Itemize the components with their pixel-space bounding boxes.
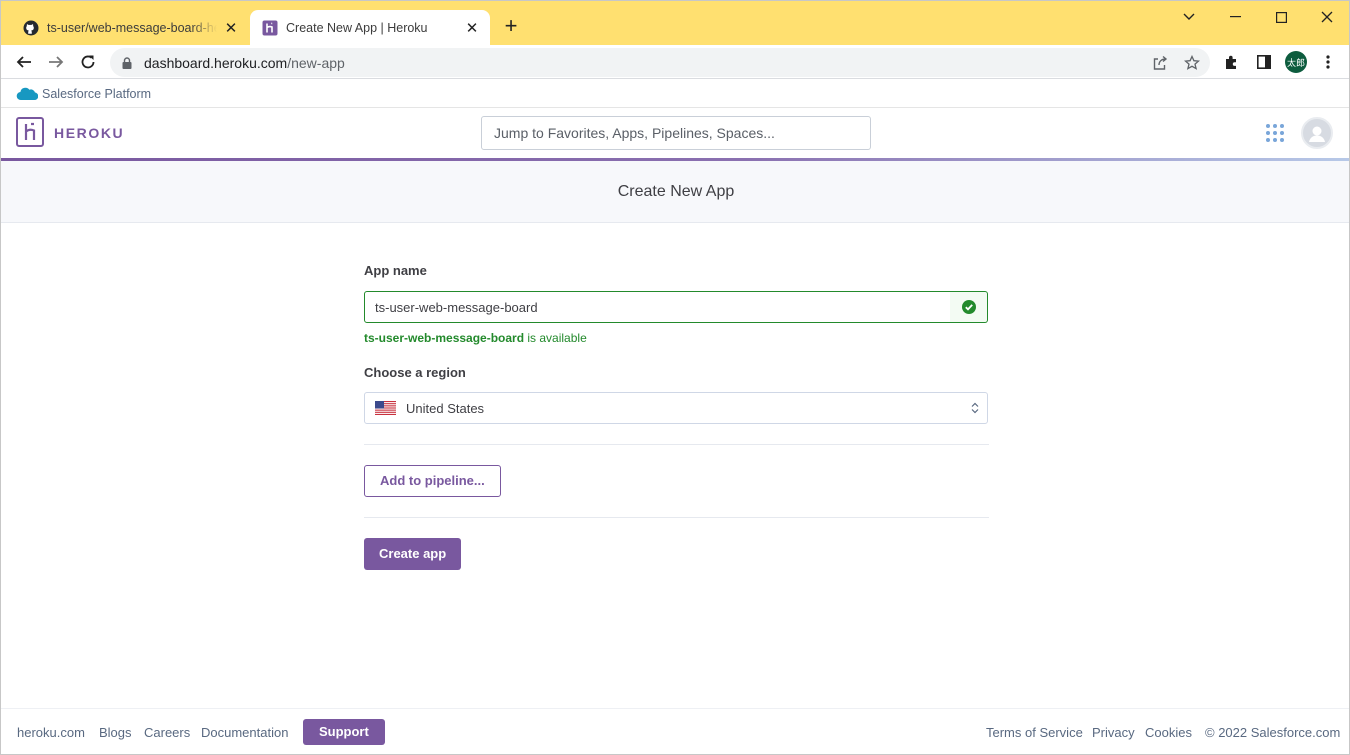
check-circle-icon [961, 300, 976, 314]
salesforce-platform-label[interactable]: Salesforce Platform [42, 87, 151, 101]
form-divider [364, 444, 989, 445]
tab-github[interactable]: ts-user/web-message-board-heroku ✕ [9, 10, 249, 45]
browser-window: ts-user/web-message-board-heroku ✕ Creat… [0, 0, 1350, 755]
app-name-label: App name [364, 263, 427, 278]
forward-icon[interactable] [43, 49, 69, 75]
tab-strip: ts-user/web-message-board-heroku ✕ Creat… [1, 1, 1349, 45]
share-icon[interactable] [1151, 54, 1169, 72]
side-panel-icon[interactable] [1255, 53, 1273, 71]
tab-search-chevron-icon[interactable] [1166, 3, 1212, 31]
footer-link-privacy[interactable]: Privacy [1092, 725, 1135, 740]
page-title: Create New App [617, 182, 735, 200]
url-text: dashboard.heroku.com/new-app [144, 55, 345, 71]
form-divider [364, 517, 989, 518]
region-select[interactable]: United States [364, 392, 988, 424]
bookmark-star-icon[interactable] [1183, 54, 1201, 72]
footer-link-cookies[interactable]: Cookies [1145, 725, 1192, 740]
heroku-header: HEROKU [1, 108, 1349, 158]
profile-avatar[interactable]: 太郎 [1285, 51, 1307, 73]
search-input[interactable] [481, 116, 871, 150]
user-avatar[interactable] [1301, 117, 1333, 149]
url-host: dashboard.heroku.com [144, 55, 288, 71]
back-icon[interactable] [11, 49, 37, 75]
footer-copyright: © 2022 Salesforce.com [1205, 725, 1341, 740]
menu-kebab-icon[interactable] [1319, 53, 1337, 71]
salesforce-cloud-icon [16, 86, 39, 106]
app-name-field-group [364, 291, 989, 323]
heroku-wordmark[interactable]: HEROKU [54, 125, 124, 141]
page-title-bar: Create New App [1, 161, 1349, 223]
footer-link-documentation[interactable]: Documentation [201, 725, 288, 740]
extensions-puzzle-icon[interactable] [1223, 53, 1241, 71]
footer: heroku.com Blogs Careers Documentation S… [1, 708, 1349, 754]
footer-link-terms[interactable]: Terms of Service [986, 725, 1083, 740]
heroku-icon [262, 20, 278, 36]
select-caret-icon [971, 402, 979, 414]
region-label: Choose a region [364, 365, 466, 380]
github-icon [23, 20, 39, 36]
availability-message: ts-user-web-message-board is available [364, 331, 989, 345]
region-selected-value: United States [406, 401, 485, 416]
browser-toolbar: dashboard.heroku.com/new-app 太郎 [1, 45, 1349, 79]
create-app-button[interactable]: Create app [364, 538, 462, 570]
footer-link-blogs[interactable]: Blogs [99, 725, 132, 740]
apps-grid-icon[interactable] [1266, 124, 1284, 142]
tab-title: ts-user/web-message-board-heroku [47, 20, 217, 35]
minimize-icon[interactable] [1212, 3, 1258, 31]
heroku-logo-icon[interactable] [16, 117, 44, 147]
app-name-input[interactable] [364, 291, 951, 323]
close-window-icon[interactable] [1304, 3, 1349, 31]
availability-check-cell [950, 291, 988, 323]
footer-link-careers[interactable]: Careers [144, 725, 190, 740]
url-path: /new-app [287, 55, 345, 71]
tab-title: Create New App | Heroku [286, 20, 428, 35]
tab-close-icon[interactable]: ✕ [221, 18, 241, 38]
salesforce-platform-bar: Salesforce Platform [1, 80, 1349, 108]
reload-icon[interactable] [75, 49, 101, 75]
footer-link-heroku[interactable]: heroku.com [17, 725, 85, 740]
create-app-form: App name ts-user-web-message-board is av… [364, 263, 989, 570]
tab-close-icon[interactable]: ✕ [462, 18, 482, 38]
address-bar[interactable]: dashboard.heroku.com/new-app [110, 48, 1210, 77]
us-flag-icon [375, 401, 396, 415]
availability-app-name: ts-user-web-message-board [364, 331, 525, 345]
new-tab-button[interactable]: + [499, 15, 523, 39]
availability-suffix: is available [524, 331, 587, 345]
support-button[interactable]: Support [303, 719, 385, 745]
tab-heroku[interactable]: Create New App | Heroku ✕ [250, 10, 490, 45]
maximize-icon[interactable] [1258, 3, 1304, 31]
add-to-pipeline-button[interactable]: Add to pipeline... [364, 465, 501, 497]
lock-icon [122, 56, 132, 74]
